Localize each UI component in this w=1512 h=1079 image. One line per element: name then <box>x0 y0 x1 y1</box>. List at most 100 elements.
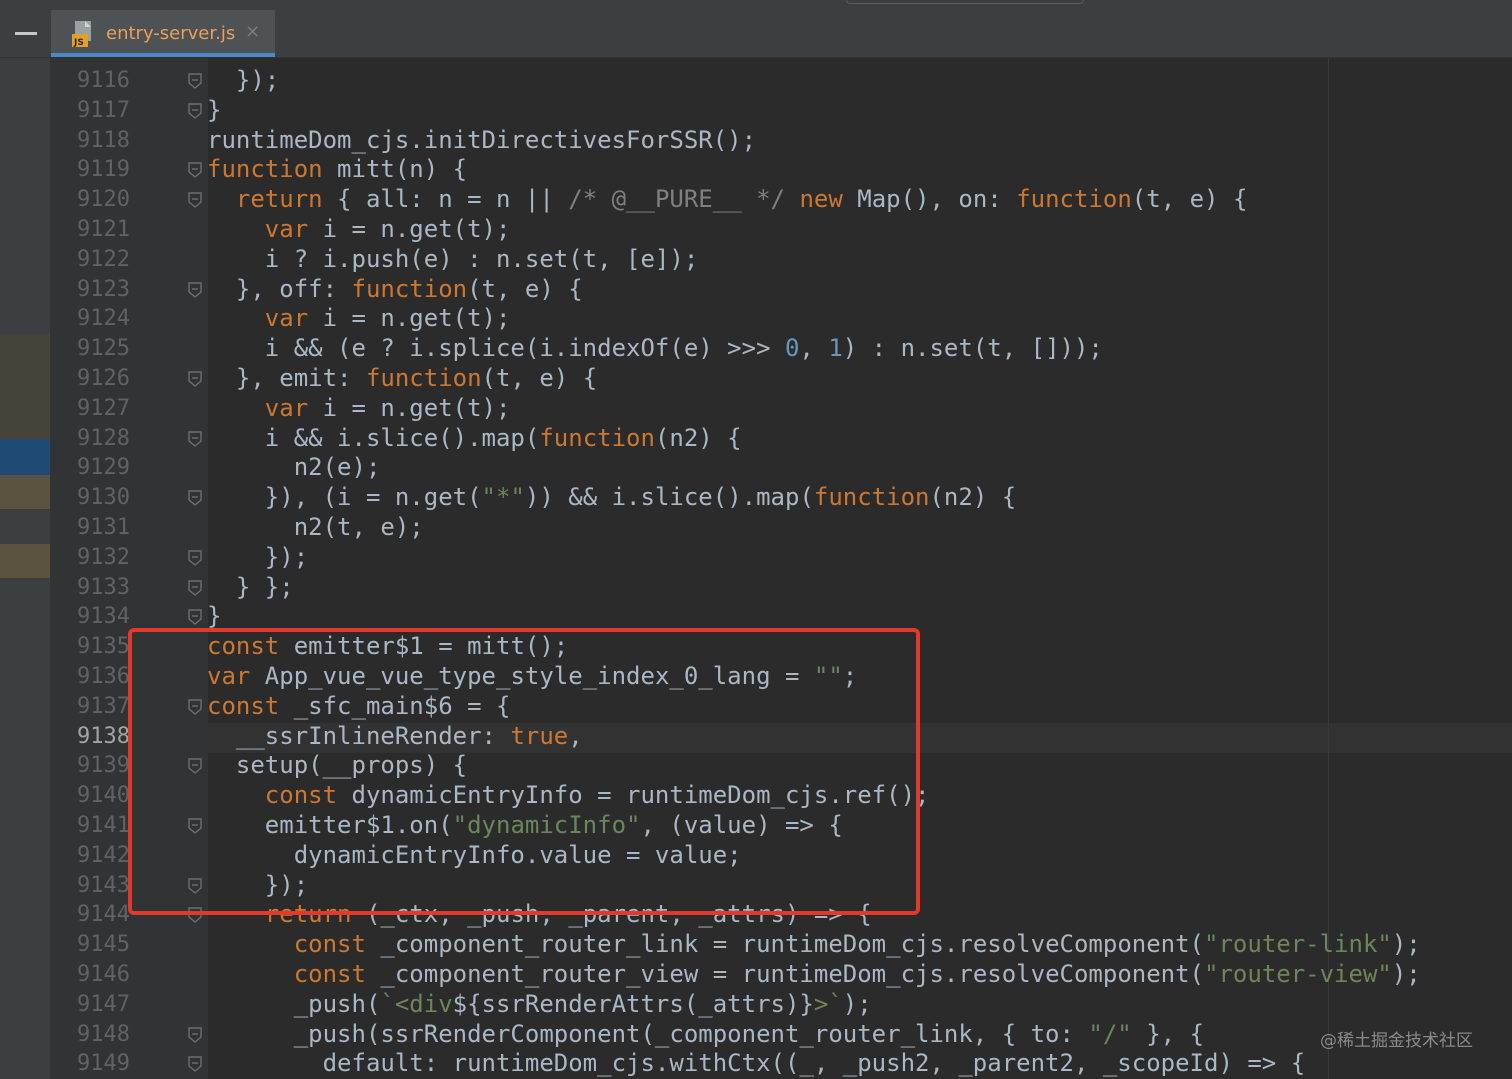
code-line: }); <box>207 66 1421 96</box>
code-token: }, off: <box>207 274 352 303</box>
code-token: _push( <box>207 989 381 1018</box>
code-token: ); <box>1391 959 1421 988</box>
fold-icon[interactable] <box>187 161 203 179</box>
line-number: 9118 <box>77 127 130 153</box>
fold-icon[interactable] <box>187 579 203 597</box>
code-token: function <box>1016 185 1132 214</box>
code-line: } }; <box>207 573 1421 603</box>
line-number: 9116 <box>77 68 130 93</box>
code-token: `<div <box>380 989 453 1018</box>
tab-entry-server[interactable]: JS entry-server.js × <box>51 10 275 57</box>
code-token: }, emit: <box>207 363 366 392</box>
line-number: 9142 <box>77 842 130 868</box>
code-token: i ? i.push(e) : n.set(t, [e]); <box>207 244 699 273</box>
code-line: _push(`<div${ssrRenderAttrs(_attrs)}>`); <box>207 990 1421 1020</box>
code-token: var <box>264 393 309 422</box>
code-token: ${ssrRenderAttrs(_attrs)} <box>452 989 814 1018</box>
highlight-box <box>128 628 920 915</box>
code-line: var i = n.get(t); <box>207 215 1421 245</box>
code-line: _push(ssrRenderComponent(_component_rout… <box>207 1020 1421 1050</box>
line-number: 9140 <box>77 783 130 809</box>
fold-icon[interactable] <box>187 489 203 507</box>
line-number: 9141 <box>77 812 130 838</box>
code-token: _push(ssrRenderComponent(_component_rout… <box>207 1019 1089 1048</box>
fold-icon[interactable] <box>187 549 203 567</box>
line-number: 9127 <box>77 395 130 421</box>
line-number: 9138 <box>77 723 130 749</box>
fold-icon[interactable] <box>187 1026 203 1044</box>
code-token: mitt(n) { <box>322 155 468 184</box>
fold-icon[interactable] <box>187 281 203 299</box>
code-line: const _component_router_link = runtimeDo… <box>207 930 1421 960</box>
minimize-icon[interactable] <box>15 32 37 35</box>
code-line: runtimeDom_cjs.initDirectivesForSSR(); <box>207 126 1421 156</box>
fold-icon[interactable] <box>187 370 203 388</box>
code-token: _component_router_link = runtimeDom_cjs.… <box>365 930 1205 959</box>
svg-text:JS: JS <box>73 38 84 48</box>
line-number: 9143 <box>77 872 130 898</box>
code-token: , <box>799 334 829 363</box>
fold-icon[interactable] <box>187 102 203 120</box>
line-number: 9120 <box>77 187 130 213</box>
line-number: 9133 <box>77 574 130 600</box>
code-line: const _component_router_view = runtimeDo… <box>207 960 1421 990</box>
code-token: )) && i.slice().map( <box>524 483 814 512</box>
code-line: n2(t, e); <box>207 513 1421 543</box>
change-marker <box>0 475 50 509</box>
code-token: "*" <box>481 483 525 512</box>
change-marker <box>0 544 50 578</box>
line-number: 9123 <box>77 276 130 302</box>
line-number: 9136 <box>77 663 130 689</box>
code-token: (t, e) { <box>467 274 583 303</box>
code-token: } <box>207 602 222 631</box>
code-token: 1 <box>828 334 843 363</box>
fold-icon[interactable] <box>187 608 203 626</box>
code-token: /* @__PURE__ */ <box>568 185 785 214</box>
code-token: }); <box>207 66 280 94</box>
code-line: }, emit: function(t, e) { <box>207 364 1421 394</box>
code-token: const <box>293 959 366 988</box>
fold-icon[interactable] <box>187 191 203 209</box>
code-token: i = n.get(t); <box>308 393 511 422</box>
code-token: runtimeDom_cjs.initDirectivesForSSR(); <box>207 125 757 154</box>
line-number: 9135 <box>77 634 130 660</box>
js-file-icon: JS <box>72 21 91 48</box>
code-line: return { all: n = n || /* @__PURE__ */ n… <box>207 185 1421 215</box>
code-token: "router-view" <box>1204 959 1392 988</box>
code-line: } <box>207 96 1421 126</box>
fold-icon[interactable] <box>187 72 203 90</box>
code-token: (t, e) { <box>1131 185 1248 214</box>
line-number: 9129 <box>77 455 130 481</box>
window-top-strip <box>0 0 1512 10</box>
code-line: }); <box>207 543 1421 573</box>
code-token: n2(t, e); <box>207 512 424 541</box>
tab-label: entry-server.js <box>106 23 236 44</box>
code-line: var i = n.get(t); <box>207 394 1421 424</box>
line-number: 9149 <box>77 1051 130 1077</box>
code-token: (n2) { <box>654 423 742 452</box>
code-token: (n2) { <box>929 483 1017 512</box>
line-number: 9124 <box>77 306 130 332</box>
code-line: var i = n.get(t); <box>207 304 1421 334</box>
code-token: "router-link" <box>1204 930 1392 959</box>
change-marker <box>0 334 50 439</box>
code-token: function <box>365 363 482 392</box>
line-number: 9137 <box>77 693 130 719</box>
fold-icon[interactable] <box>187 1055 203 1073</box>
close-icon[interactable]: × <box>245 21 260 42</box>
code-token: new <box>799 185 843 214</box>
selection-marker <box>0 439 50 475</box>
code-token: function <box>813 483 930 512</box>
fold-icon[interactable] <box>187 430 203 448</box>
code-token: n2(e); <box>207 453 381 482</box>
code-token: } }; <box>207 572 294 601</box>
line-number: 9125 <box>77 336 130 362</box>
line-number: 9148 <box>77 1021 130 1047</box>
code-line: i ? i.push(e) : n.set(t, [e]); <box>207 245 1421 275</box>
line-number: 9117 <box>77 97 130 123</box>
code-editor[interactable]: });} runtimeDom_cjs.initDirectivesForSSR(… <box>207 66 1421 1079</box>
